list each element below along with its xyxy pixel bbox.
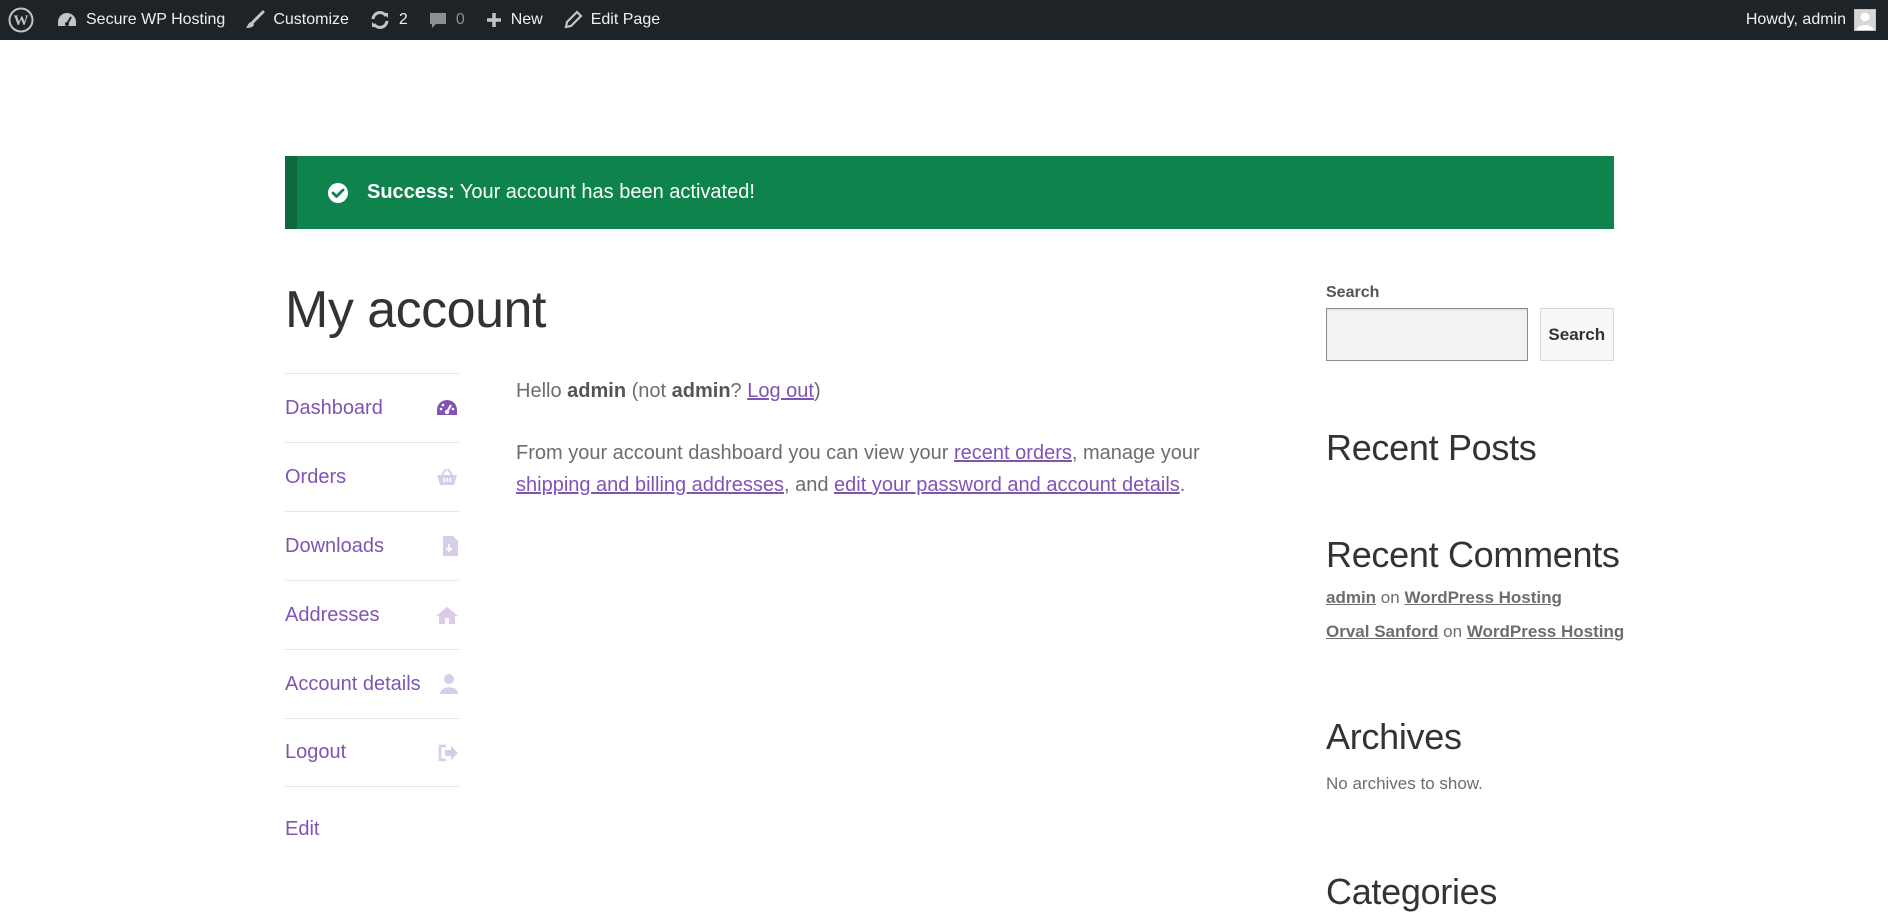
success-notice: Success: Your account has been activated… [285,156,1614,229]
question-mark: ? [730,380,742,402]
not-username: admin [671,380,731,402]
addresses-link[interactable]: shipping and billing addresses [516,474,784,496]
recent-posts-title: Recent Posts [1326,427,1537,468]
comment-on-text: on [1443,622,1463,641]
greeting-paragraph: Hello admin (not admin? Log out) [516,375,1276,407]
recent-comments-widget: Recent Comments admin on WordPress Hosti… [1326,534,1626,642]
howdy-label: Howdy, admin [1745,11,1846,28]
account-nav-logout[interactable]: Logout [285,718,459,787]
site-name-label: Secure WP Hosting [86,11,226,28]
customize-button[interactable]: Customize [235,0,359,40]
basket-icon [435,467,459,487]
new-content-button[interactable]: New [475,0,553,40]
site-name-menu[interactable]: Secure WP Hosting [46,0,235,40]
avatar [1854,9,1876,31]
admin-bar-left: W Secure WP Hosting Customize 2 0 New Ed… [0,0,670,40]
account-nav-label: Orders [285,465,347,488]
account-nav-downloads[interactable]: Downloads [285,511,459,580]
account-navigation: Dashboard Orders Downloads Addresses Acc… [285,373,459,787]
recent-comment-item: Orval Sanford on WordPress Hosting [1326,622,1626,642]
close-paren: ) [813,380,821,402]
check-circle-icon [327,182,349,204]
sign-out-icon [437,743,459,763]
manage-your-text: , manage your [1071,442,1200,464]
categories-title: Categories [1326,871,1498,912]
username: admin [567,380,627,402]
admin-bar: W Secure WP Hosting Customize 2 0 New Ed… [0,0,1888,40]
account-nav-label: Downloads [285,534,384,557]
sidebar: Search Search Recent Posts Recent Commen… [1326,284,1624,912]
account-nav-label: Logout [285,741,347,763]
not-prefix-text: (not [631,380,667,402]
account-nav-orders[interactable]: Orders [285,442,459,511]
updates-icon [369,10,391,30]
comment-post-link[interactable]: WordPress Hosting [1404,588,1561,607]
updates-count: 2 [398,11,408,28]
comments-button[interactable]: 0 [418,0,475,40]
dashboard-icon [56,11,78,29]
archives-title: Archives [1326,716,1462,757]
dashboard-intro-paragraph: From your account dashboard you can view… [516,437,1276,501]
svg-text:W: W [14,13,29,29]
search-button[interactable]: Search [1539,308,1614,361]
archives-widget: Archives No archives to show. [1326,716,1483,794]
comment-icon [428,10,448,30]
page-title: My account [285,281,546,339]
search-input[interactable] [1326,308,1528,361]
comment-post-link[interactable]: WordPress Hosting [1467,622,1624,641]
edit-page-label: Edit Page [590,11,661,28]
admin-bar-right: Howdy, admin [1736,0,1888,40]
recent-orders-link[interactable]: recent orders [954,442,1072,464]
user-icon [439,673,459,695]
account-nav-account-details[interactable]: Account details [285,649,459,718]
recent-posts-widget: Recent Posts [1326,427,1537,469]
account-nav-label: Addresses [285,603,380,626]
comment-author-link[interactable]: admin [1326,588,1376,607]
new-label: New [510,11,543,28]
edit-page-button[interactable]: Edit Page [553,0,670,40]
recent-comment-item: admin on WordPress Hosting [1326,588,1626,608]
my-account-menu[interactable]: Howdy, admin [1736,0,1888,40]
wordpress-logo-icon: W [8,7,34,33]
account-dashboard-content: Hello admin (not admin? Log out) From yo… [516,375,1276,531]
home-icon [435,605,459,625]
search-form: Search [1326,308,1614,361]
hello-text: Hello [516,380,562,402]
dashboard-intro-text: From your account dashboard you can view… [516,442,949,464]
account-nav-addresses[interactable]: Addresses [285,580,459,649]
search-label: Search [1326,284,1380,301]
categories-widget: Categories [1326,871,1497,913]
file-download-icon [441,535,459,557]
logout-link[interactable]: Log out [747,380,814,402]
comment-on-text: on [1380,588,1400,607]
dashboard-icon [435,398,459,418]
paintbrush-icon [245,10,265,30]
account-nav-dashboard[interactable]: Dashboard [285,373,459,442]
updates-button[interactable]: 2 [359,0,418,40]
comments-count: 0 [455,11,465,28]
notice-message: Your account has been activated! [459,181,755,203]
archives-empty-text: No archives to show. [1326,774,1483,793]
edit-account-details-link[interactable]: edit your password and account details [834,474,1180,496]
account-nav-label: Dashboard [285,396,383,419]
wordpress-logo-button[interactable]: W [0,0,46,40]
and-text: , and [783,474,829,496]
customize-label: Customize [273,11,349,28]
pencil-icon [563,10,583,30]
recent-comments-title: Recent Comments [1326,534,1620,575]
notice-strong: Success: [367,181,455,203]
account-nav-label: Account details [285,672,421,695]
comment-author-link[interactable]: Orval Sanford [1326,622,1438,641]
period-text: . [1179,474,1186,496]
edit-page-link[interactable]: Edit [285,818,319,841]
plus-icon [485,11,503,29]
